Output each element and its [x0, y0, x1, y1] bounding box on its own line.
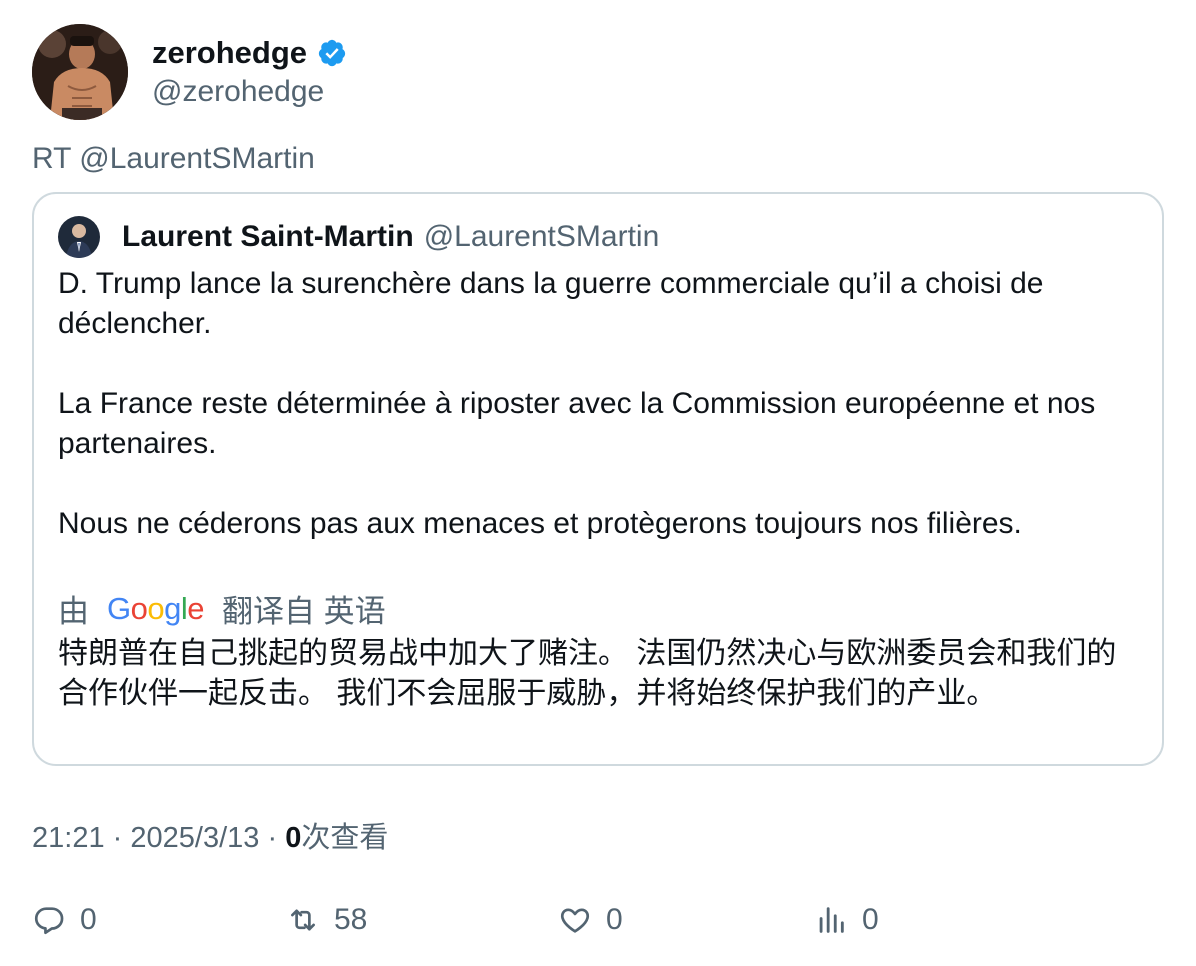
like-button[interactable]: 0	[558, 896, 623, 944]
translated-text: 特朗普在自己挑起的贸易战中加大了赌注。 法国仍然决心与欧洲委员会和我们的合作伙伴…	[58, 637, 1117, 710]
author-display-name[interactable]: zerohedge	[152, 35, 307, 71]
translate-suffix[interactable]: 翻译自 英语	[222, 586, 386, 631]
views-button[interactable]: 0	[814, 896, 879, 944]
quoted-tweet-header: Laurent Saint-Martin @LaurentSMartin	[58, 216, 659, 258]
quoted-author-handle[interactable]: @LaurentSMartin	[424, 220, 660, 254]
translation-attribution: 由 Google 翻译自 英语	[58, 586, 386, 631]
author-handle[interactable]: @zerohedge	[152, 75, 347, 109]
quoted-paragraph: La France reste déterminée à riposter av…	[58, 387, 1096, 460]
verified-badge-icon	[317, 38, 347, 68]
google-logo-icon: Google	[107, 590, 205, 626]
retweet-text: RT @LaurentSMartin	[32, 142, 315, 175]
tweet-date[interactable]: 2025/3/13	[130, 822, 259, 854]
views-action-count: 0	[862, 903, 879, 936]
display-name-row: zerohedge	[152, 35, 347, 71]
retweet-count: 58	[334, 903, 368, 936]
tweet-actions: 0 58 0 0	[32, 896, 1164, 944]
author-names: zerohedge @zerohedge	[152, 24, 347, 120]
like-count: 0	[606, 903, 623, 936]
quoted-tweet-text: D. Trump lance la surenchère dans la gue…	[58, 264, 1138, 544]
tweet-header: zerohedge @zerohedge	[32, 24, 347, 120]
reply-count: 0	[80, 903, 97, 936]
reply-icon	[34, 907, 64, 935]
views-count: 0	[285, 822, 302, 854]
tweet-time[interactable]: 21:21	[32, 822, 105, 854]
heart-icon	[560, 908, 590, 933]
bar-chart-icon	[819, 907, 844, 933]
translate-prefix: 由	[58, 594, 89, 629]
views-label: 次查看	[301, 822, 389, 854]
author-avatar[interactable]	[32, 24, 128, 120]
quoted-author-avatar[interactable]	[58, 216, 100, 258]
reply-button[interactable]: 0	[32, 896, 97, 944]
retweet-button[interactable]: 58	[286, 896, 367, 944]
quoted-paragraph: D. Trump lance la surenchère dans la gue…	[58, 267, 1044, 340]
tweet-meta: 21:21 · 2025/3/13 · 0次查看	[32, 814, 388, 856]
quoted-tweet[interactable]: Laurent Saint-Martin @LaurentSMartin D. …	[32, 192, 1164, 766]
quoted-author-name[interactable]: Laurent Saint-Martin	[122, 220, 414, 254]
meta-separator: ·	[267, 822, 278, 854]
meta-separator: ·	[112, 822, 123, 854]
quoted-paragraph: Nous ne céderons pas aux menaces et prot…	[58, 507, 1022, 540]
retweet-icon	[291, 909, 315, 931]
